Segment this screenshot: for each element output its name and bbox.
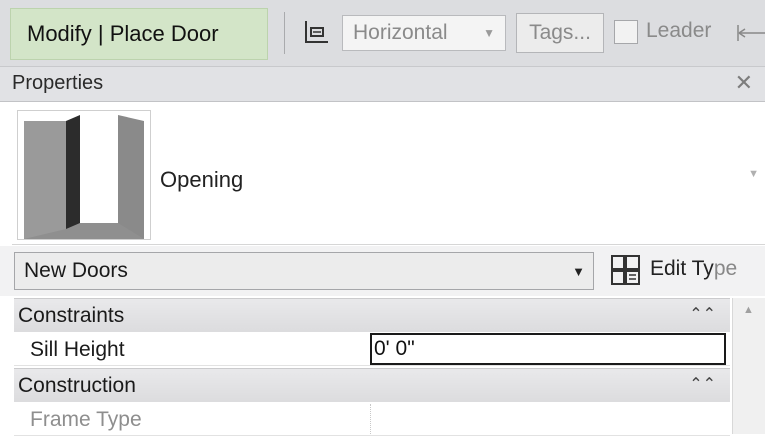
column-divider [370, 404, 371, 434]
collapse-icon[interactable]: ⌃⌃ [689, 374, 716, 394]
type-selector-row: New Doors ▼ Edit Type [0, 246, 765, 296]
properties-header: Properties ✕ [0, 67, 765, 102]
type-preview[interactable]: Opening ▼ [12, 104, 765, 245]
param-row-frame-type: Frame Type [14, 402, 730, 436]
leader-checkbox[interactable] [614, 20, 638, 44]
edit-type-label-main: Edit Ty [650, 257, 714, 280]
param-name: Frame Type [30, 408, 142, 431]
door-thumbnail [17, 110, 151, 240]
type-selector-dropdown[interactable]: New Doors ▼ [14, 252, 594, 290]
edit-type-icon[interactable] [610, 254, 642, 286]
close-icon[interactable]: ✕ [735, 70, 753, 96]
tag-orientation-value: Horizontal [353, 21, 448, 44]
sill-height-input[interactable]: 0' 0" [370, 333, 726, 365]
param-name: Sill Height [30, 338, 125, 361]
tag-orientation-icon [305, 21, 328, 43]
opening-thumbnail-icon [24, 111, 144, 239]
group-construction[interactable]: Construction ⌃⌃ [14, 368, 730, 402]
tag-orientation-dropdown[interactable]: Horizontal ▼ [342, 15, 506, 51]
leader-label: Leader [646, 19, 712, 42]
group-label: Construction [18, 374, 136, 397]
options-bar: Modify | Place Door Horizontal ▼ Tags...… [0, 0, 765, 67]
type-name: Opening [160, 167, 244, 192]
mode-tab-modify-place-door[interactable]: Modify | Place Door [10, 8, 268, 60]
properties-grid: Constraints ⌃⌃ Sill Height 0' 0" Constru… [14, 298, 730, 436]
group-label: Constraints [18, 304, 125, 327]
scroll-up-icon[interactable]: ▲ [743, 304, 754, 316]
group-constraints[interactable]: Constraints ⌃⌃ [14, 298, 730, 332]
tags-button[interactable]: Tags... [516, 13, 604, 53]
param-row-sill-height: Sill Height 0' 0" [14, 332, 730, 366]
chevron-down-icon: ▼ [572, 264, 585, 279]
type-selector-value: New Doors [24, 259, 128, 282]
edit-type-button[interactable]: Edit Type [650, 257, 737, 281]
chevron-down-icon[interactable]: ▼ [748, 168, 759, 180]
toolbar-separator [284, 12, 285, 54]
properties-title: Properties [12, 72, 104, 94]
leader-length-icon [737, 25, 765, 41]
collapse-icon[interactable]: ⌃⌃ [689, 304, 716, 324]
properties-scrollbar[interactable]: ▲ [732, 298, 765, 434]
chevron-down-icon: ▼ [483, 26, 495, 40]
edit-type-label-faded: pe [713, 257, 738, 280]
